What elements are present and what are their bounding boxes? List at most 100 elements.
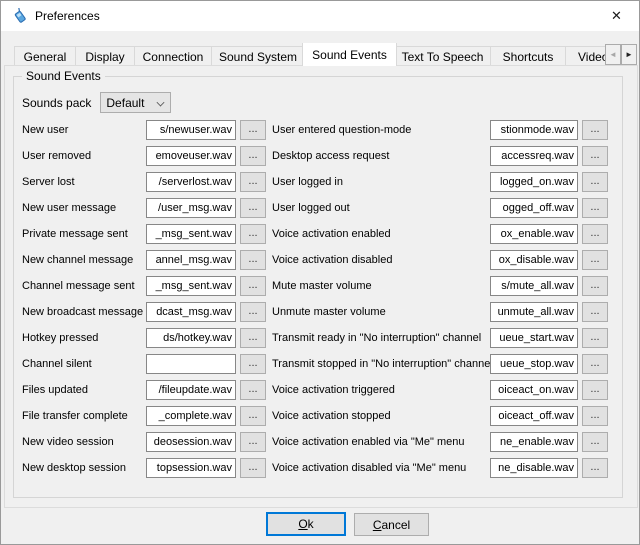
event-label: New desktop session (22, 462, 146, 474)
browse-button[interactable]: ... (240, 224, 266, 244)
tab-sound-system[interactable]: Sound System (211, 46, 305, 66)
browse-button[interactable]: ... (582, 302, 608, 322)
sound-events-groupbox: Sound Events Sounds pack Default New use… (13, 76, 623, 498)
event-label: Unmute master volume (272, 306, 490, 318)
event-label: Voice activation disabled (272, 254, 490, 266)
sound-file-input[interactable]: s/newuser.wav (146, 120, 236, 140)
title-bar[interactable]: Preferences ✕ (1, 1, 639, 31)
tab-shortcuts[interactable]: Shortcuts (490, 46, 566, 66)
sound-file-input[interactable]: stionmode.wav (490, 120, 578, 140)
event-row-voiceact-disabled-me-menu: Voice activation disabled via "Me" menu … (272, 455, 612, 481)
event-label: Mute master volume (272, 280, 490, 292)
browse-button[interactable]: ... (240, 198, 266, 218)
sound-file-input[interactable]: ne_enable.wav (490, 432, 578, 452)
event-row-user-logged-in: User logged in logged_on.wav ... (272, 169, 612, 195)
event-row-new-channel-message: New channel message annel_msg.wav ... (22, 247, 268, 273)
tab-scroll-right-button[interactable]: ► (621, 44, 637, 65)
event-label: Voice activation enabled (272, 228, 490, 240)
sound-file-input[interactable] (146, 354, 236, 374)
sound-file-input[interactable]: /user_msg.wav (146, 198, 236, 218)
groupbox-title: Sound Events (22, 69, 105, 83)
browse-button[interactable]: ... (582, 432, 608, 452)
sound-file-input[interactable]: /fileupdate.wav (146, 380, 236, 400)
browse-button[interactable]: ... (240, 120, 266, 140)
tab-scroll-left-button[interactable]: ◄ (605, 44, 621, 65)
sound-file-input[interactable]: /serverlost.wav (146, 172, 236, 192)
event-row-hotkey-pressed: Hotkey pressed ds/hotkey.wav ... (22, 325, 268, 351)
cancel-button[interactable]: Cancel (354, 513, 429, 536)
events-column-right: User entered question-mode stionmode.wav… (272, 117, 612, 481)
browse-button[interactable]: ... (240, 328, 266, 348)
event-row-new-user-message: New user message /user_msg.wav ... (22, 195, 268, 221)
browse-button[interactable]: ... (582, 172, 608, 192)
event-label: Private message sent (22, 228, 146, 240)
event-label: Voice activation triggered (272, 384, 490, 396)
tab-display[interactable]: Display (75, 46, 135, 66)
sound-file-input[interactable]: _msg_sent.wav (146, 276, 236, 296)
sound-file-input[interactable]: _complete.wav (146, 406, 236, 426)
sound-file-input[interactable]: oiceact_on.wav (490, 380, 578, 400)
sound-file-input[interactable]: ueue_stop.wav (490, 354, 578, 374)
browse-button[interactable]: ... (240, 276, 266, 296)
browse-button[interactable]: ... (582, 224, 608, 244)
arrow-right-icon: ► (625, 50, 633, 59)
browse-button[interactable]: ... (240, 146, 266, 166)
browse-button[interactable]: ... (240, 302, 266, 322)
sound-file-input[interactable]: ogged_off.wav (490, 198, 578, 218)
browse-button[interactable]: ... (582, 380, 608, 400)
event-row-files-updated: Files updated /fileupdate.wav ... (22, 377, 268, 403)
events-column-left: New user s/newuser.wav ... User removed … (22, 117, 268, 481)
browse-button[interactable]: ... (582, 276, 608, 296)
chevron-down-icon (157, 99, 164, 106)
event-row-user-logged-out: User logged out ogged_off.wav ... (272, 195, 612, 221)
browse-button[interactable]: ... (582, 250, 608, 270)
browse-button[interactable]: ... (240, 250, 266, 270)
tab-sound-events[interactable]: Sound Events (302, 43, 397, 66)
sounds-pack-select[interactable]: Default (100, 92, 171, 113)
sound-file-input[interactable]: ueue_start.wav (490, 328, 578, 348)
sound-file-input[interactable]: _msg_sent.wav (146, 224, 236, 244)
sound-file-input[interactable]: deosession.wav (146, 432, 236, 452)
sound-file-input[interactable]: ox_disable.wav (490, 250, 578, 270)
browse-button[interactable]: ... (582, 198, 608, 218)
sound-file-input[interactable]: s/mute_all.wav (490, 276, 578, 296)
browse-button[interactable]: ... (240, 406, 266, 426)
browse-button[interactable]: ... (240, 432, 266, 452)
event-label: Hotkey pressed (22, 332, 146, 344)
close-button[interactable]: ✕ (594, 1, 639, 31)
browse-button[interactable]: ... (582, 458, 608, 478)
arrow-left-icon: ◄ (609, 50, 617, 59)
tab-text-to-speech[interactable]: Text To Speech (394, 46, 491, 66)
sound-file-input[interactable]: emoveuser.wav (146, 146, 236, 166)
ok-button[interactable]: Ok (266, 512, 346, 536)
sound-file-input[interactable]: ne_disable.wav (490, 458, 578, 478)
browse-button[interactable]: ... (582, 406, 608, 426)
event-row-voiceact-stopped: Voice activation stopped oiceact_off.wav… (272, 403, 612, 429)
sound-file-input[interactable]: logged_on.wav (490, 172, 578, 192)
sound-file-input[interactable]: topsession.wav (146, 458, 236, 478)
browse-button[interactable]: ... (240, 354, 266, 374)
event-row-mute-master-volume: Mute master volume s/mute_all.wav ... (272, 273, 612, 299)
sound-file-input[interactable]: ox_enable.wav (490, 224, 578, 244)
tab-connection[interactable]: Connection (134, 46, 212, 66)
event-row-voiceact-disabled: Voice activation disabled ox_disable.wav… (272, 247, 612, 273)
sound-file-input[interactable]: dcast_msg.wav (146, 302, 236, 322)
browse-button[interactable]: ... (582, 328, 608, 348)
event-label: New user message (22, 202, 146, 214)
browse-button[interactable]: ... (240, 458, 266, 478)
browse-button[interactable]: ... (582, 354, 608, 374)
browse-button[interactable]: ... (240, 172, 266, 192)
sound-file-input[interactable]: ds/hotkey.wav (146, 328, 236, 348)
event-row-user-removed: User removed emoveuser.wav ... (22, 143, 268, 169)
sound-file-input[interactable]: annel_msg.wav (146, 250, 236, 270)
sound-file-input[interactable]: accessreq.wav (490, 146, 578, 166)
tab-general[interactable]: General (14, 46, 76, 66)
browse-button[interactable]: ... (582, 120, 608, 140)
sounds-pack-value: Default (106, 96, 144, 110)
event-row-channel-silent: Channel silent ... (22, 351, 268, 377)
browse-button[interactable]: ... (582, 146, 608, 166)
browse-button[interactable]: ... (240, 380, 266, 400)
sound-file-input[interactable]: unmute_all.wav (490, 302, 578, 322)
event-row-unmute-master-volume: Unmute master volume unmute_all.wav ... (272, 299, 612, 325)
sound-file-input[interactable]: oiceact_off.wav (490, 406, 578, 426)
